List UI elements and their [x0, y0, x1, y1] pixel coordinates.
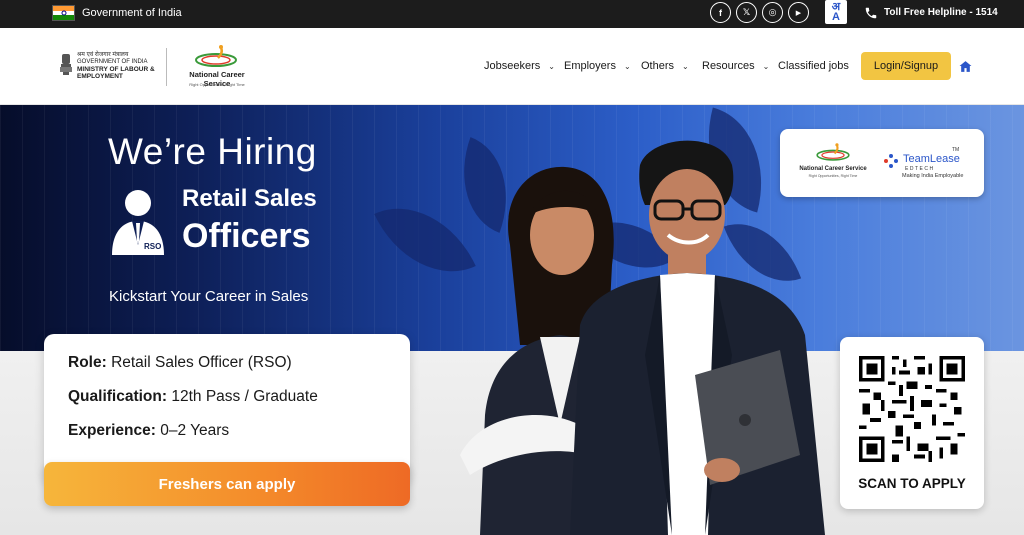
header-divider [166, 48, 167, 86]
teamlease-tm: TM [952, 147, 960, 153]
banner-subtitle: Kickstart Your Career in Sales [109, 288, 309, 305]
home-icon[interactable] [959, 60, 972, 73]
ncs-tagline: Right Opportunities, Right Time [189, 82, 245, 87]
ministry-hindi: श्रम एवं रोजगार मंत्रालय [77, 52, 129, 58]
ministry-logo-text[interactable]: श्रम एवं रोजगार मंत्रालय GOVERNMENT OF I… [77, 52, 155, 80]
language-toggle-button[interactable]: अ A [825, 0, 847, 24]
partner-ncs-tagline: Right Opportunities, Right Time [808, 174, 858, 178]
freshers-apply-button[interactable]: Freshers can apply [44, 462, 410, 506]
ministry-gov: GOVERNMENT OF INDIA [77, 59, 148, 65]
phone-icon [865, 7, 877, 19]
government-label: Government of India [82, 7, 182, 19]
chevron-down-icon: ⌄ [548, 61, 555, 71]
role-label: Role: [68, 354, 107, 371]
teamlease-edtech: EDTECH [905, 166, 935, 172]
site-header: श्रम एवं रोजगार मंत्रालय GOVERNMENT OF I… [0, 28, 1024, 105]
ministry-name-line1: MINISTRY OF LABOUR & [77, 66, 155, 73]
job-title-line2: Officers [182, 217, 311, 255]
youtube-glyph: ▶ [795, 9, 802, 17]
nav-resources[interactable]: Resources ⌄ [702, 60, 769, 72]
nav-employers[interactable]: Employers ⌄ [564, 60, 631, 72]
x-glyph: 𝕏 [742, 7, 751, 17]
india-flag-icon [52, 5, 75, 21]
teamlease-logo-icon [884, 154, 898, 168]
teamlease-name: TeamLease [903, 153, 960, 165]
qr-code-card[interactable]: SCAN TO APPLY [840, 337, 984, 509]
nav-jobseekers-label: Jobseekers [484, 60, 541, 72]
national-emblem-icon [60, 54, 72, 75]
nav-employers-label: Employers [564, 60, 616, 72]
ncs-swoosh-icon [195, 45, 237, 67]
partner-logos-card: National Career Service Right Opportunit… [780, 129, 984, 197]
qualification-row: Qualification: 12th Pass / Graduate [68, 388, 318, 406]
retail-officer-icon: RSO [112, 190, 164, 255]
nav-classified-jobs[interactable]: Classified jobs [778, 60, 849, 72]
login-signup-button[interactable]: Login/Signup [861, 52, 951, 80]
experience-row: Experience: 0–2 Years [68, 422, 229, 440]
nav-others[interactable]: Others ⌄ [641, 60, 689, 72]
experience-label: Experience: [68, 422, 156, 439]
nav-classified-jobs-label: Classified jobs [778, 60, 849, 72]
facebook-glyph: f [719, 7, 722, 18]
qualification-label: Qualification: [68, 388, 168, 405]
chevron-down-icon: ⌄ [682, 61, 689, 71]
experience-value: 0–2 Years [160, 422, 230, 439]
role-row: Role: Retail Sales Officer (RSO) [68, 354, 292, 372]
partner-ncs-name: National Career Service [799, 166, 867, 172]
ncs-swoosh-icon [816, 143, 850, 161]
youtube-icon[interactable]: ▶ [788, 2, 809, 23]
hiring-heading: We’re Hiring [108, 131, 317, 172]
scan-to-apply-label: SCAN TO APPLY [858, 476, 966, 491]
nav-jobseekers[interactable]: Jobseekers ⌄ [484, 60, 555, 72]
qr-code-icon [859, 356, 965, 462]
helpline-text[interactable]: Toll Free Helpline - 1514 [884, 7, 998, 18]
job-title-line1: Retail Sales [182, 185, 317, 212]
nav-resources-label: Resources [702, 60, 755, 72]
chevron-down-icon: ⌄ [623, 61, 631, 71]
role-value: Retail Sales Officer (RSO) [111, 354, 292, 371]
lang-english-glyph: A [832, 11, 840, 23]
x-icon[interactable]: 𝕏 [736, 2, 757, 23]
teamlease-tagline: Making India Employable [902, 173, 964, 179]
rso-badge-text: RSO [144, 242, 161, 251]
chevron-down-icon: ⌄ [762, 61, 770, 71]
instagram-icon[interactable]: ◎ [762, 2, 783, 23]
qualification-value: 12th Pass / Graduate [171, 388, 318, 405]
nav-others-label: Others [641, 60, 675, 72]
hero-banner[interactable]: We’re Hiring RSO Retail Sales Officers K… [0, 105, 1024, 535]
instagram-glyph: ◎ [768, 7, 777, 17]
ministry-name-line2: EMPLOYMENT [77, 73, 123, 80]
ncs-logo[interactable]: National Career Service Right Opportunit… [180, 44, 252, 94]
top-bar: Government of India f 𝕏 ◎ ▶ अ A Toll Fre… [0, 0, 1024, 28]
facebook-icon[interactable]: f [710, 2, 731, 23]
